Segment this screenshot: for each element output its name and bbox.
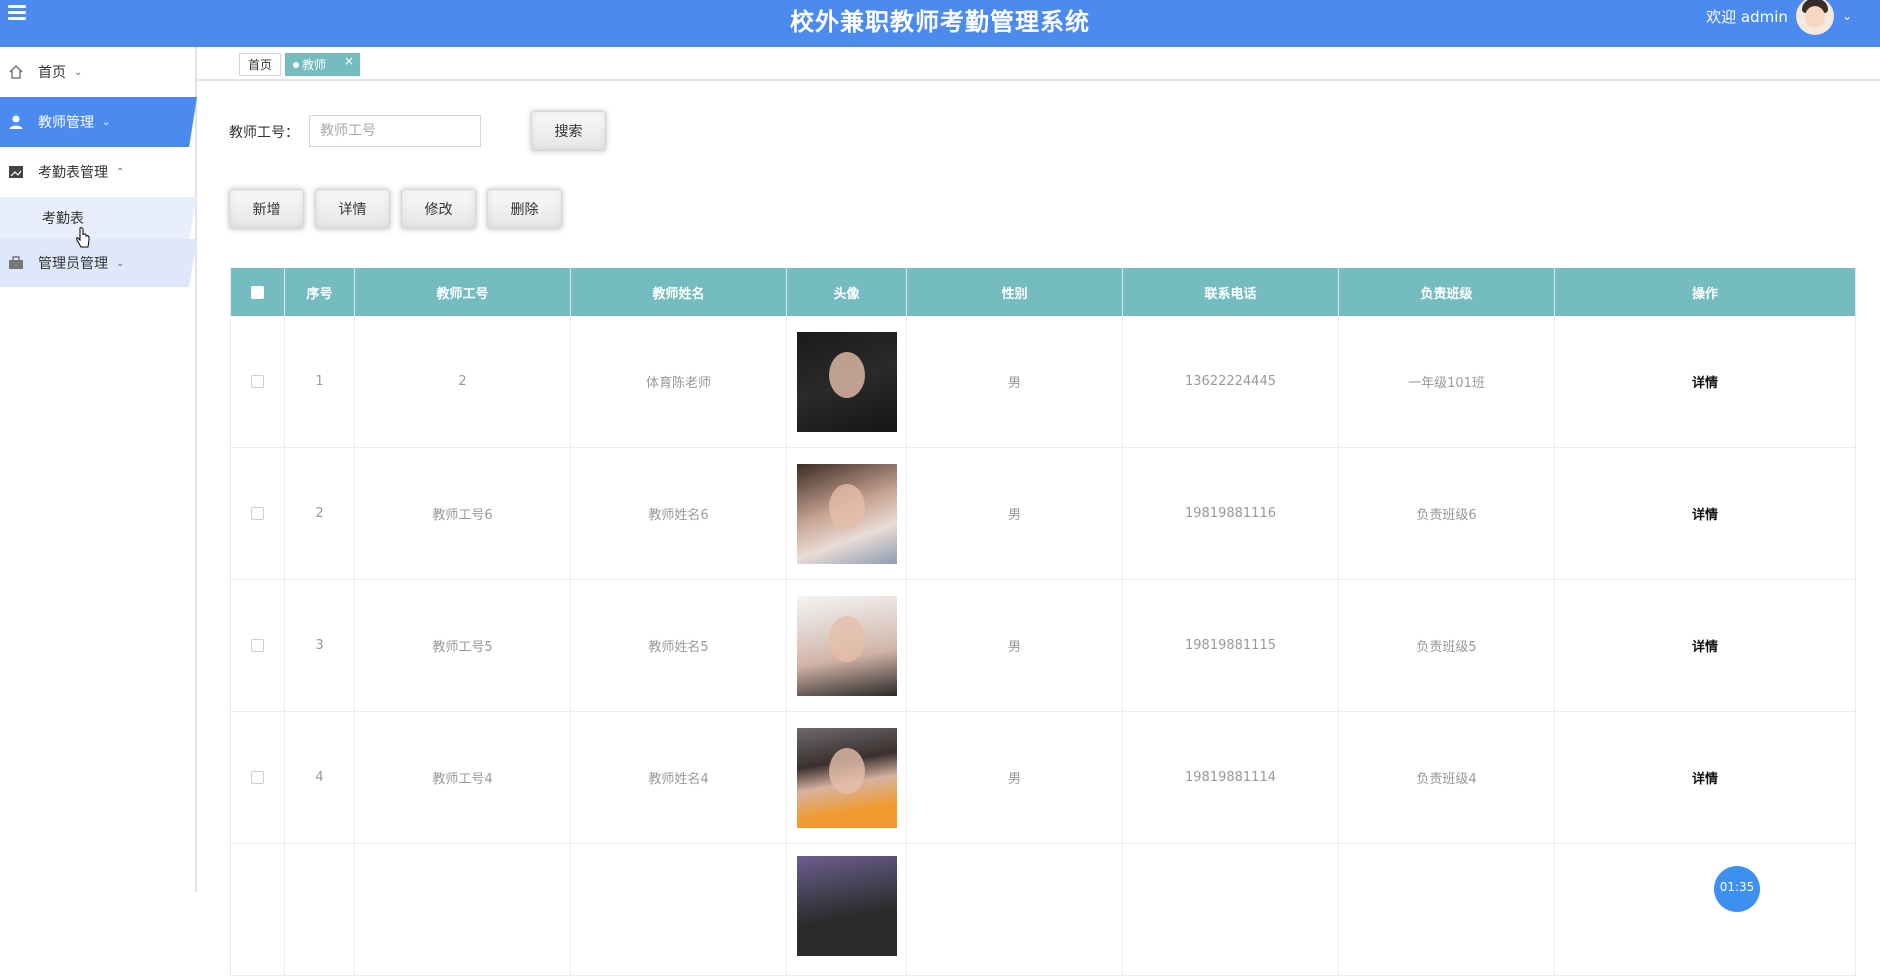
- column-header: 序号: [285, 268, 355, 316]
- tab-teacher[interactable]: 教师 ×: [285, 53, 361, 76]
- sidebar-item-teacher-management[interactable]: 教师管理 ⌄: [0, 97, 197, 147]
- tab-label: 教师: [302, 58, 327, 72]
- cell-teacher-id: 教师工号4: [355, 712, 571, 843]
- column-header: 负责班级: [1339, 268, 1555, 316]
- cell-phone: 19819881114: [1123, 712, 1339, 843]
- hand-cursor-icon: [76, 227, 90, 248]
- row-detail-link[interactable]: 详情: [1692, 768, 1718, 787]
- table-row[interactable]: [230, 844, 1856, 976]
- column-header: 操作: [1555, 268, 1856, 316]
- chevron-down-icon[interactable]: ⌄: [1842, 9, 1852, 23]
- tab-bar: 首页 教师 ×: [197, 47, 1880, 81]
- sidebar: 首页 ⌄ 教师管理 ⌄ 考勤表管理 ⌃ 考勤表 管理员管理 ⌄: [0, 47, 197, 892]
- home-icon: [8, 64, 24, 80]
- sidebar-item-attendance-management[interactable]: 考勤表管理 ⌃: [0, 147, 197, 197]
- image-icon: [8, 164, 24, 180]
- cell-phone: 19819881116: [1123, 448, 1339, 579]
- chevron-up-icon: ⌃: [116, 166, 125, 178]
- cell-gender: 男: [907, 448, 1123, 579]
- cell-teacher-name: 体育陈老师: [571, 316, 787, 447]
- add-button[interactable]: 新增: [229, 189, 304, 229]
- row-checkbox[interactable]: [251, 639, 264, 652]
- briefcase-icon: [8, 255, 24, 271]
- cell-phone: 13622224445: [1123, 316, 1339, 447]
- timer-badge[interactable]: 01:35: [1714, 866, 1760, 912]
- cell-teacher-id: 教师工号5: [355, 580, 571, 711]
- select-all-checkbox[interactable]: [251, 285, 264, 299]
- app-title: 校外兼职教师考勤管理系统: [790, 8, 1090, 36]
- sidebar-item-admin-management[interactable]: 管理员管理 ⌄: [0, 239, 197, 287]
- cell-class: 一年级101班: [1339, 316, 1555, 447]
- sidebar-item-label: 考勤表管理: [38, 165, 108, 181]
- delete-button[interactable]: 删除: [487, 189, 562, 229]
- cell-gender: 男: [907, 712, 1123, 843]
- sidebar-item-label: 教师管理: [38, 115, 94, 131]
- search-label: 教师工号：: [229, 125, 299, 141]
- row-checkbox[interactable]: [251, 375, 264, 388]
- cell-teacher-name: 教师姓名4: [571, 712, 787, 843]
- teacher-photo: [796, 856, 897, 956]
- row-detail-link[interactable]: 详情: [1692, 636, 1718, 655]
- table-row[interactable]: 2 教师工号6 教师姓名6 男 19819881116 负责班级6 详情: [230, 448, 1856, 580]
- cell-class: 负责班级6: [1339, 448, 1555, 579]
- row-checkbox[interactable]: [251, 771, 264, 784]
- welcome-text: 欢迎 admin: [1706, 7, 1788, 26]
- sidebar-item-label: 首页: [38, 65, 66, 81]
- user-menu[interactable]: 欢迎 admin ⌄: [1706, 0, 1852, 35]
- teacher-photo: [796, 727, 897, 828]
- search-button[interactable]: 搜索: [531, 111, 606, 151]
- top-header: 校外兼职教师考勤管理系统 欢迎 admin ⌄: [0, 0, 1880, 47]
- cell-class: 负责班级5: [1339, 580, 1555, 711]
- sidebar-item-label: 管理员管理: [38, 256, 108, 272]
- cell-teacher-id: 2: [355, 316, 571, 447]
- cell-class: 负责班级4: [1339, 712, 1555, 843]
- teacher-table: 序号 教师工号 教师姓名 头像 性别 联系电话 负责班级 操作 1 2 体育陈老…: [230, 268, 1856, 976]
- cell-index: 1: [285, 316, 355, 447]
- column-header: 性别: [907, 268, 1123, 316]
- cell-teacher-id: 教师工号6: [355, 448, 571, 579]
- chevron-down-icon: ⌄: [116, 257, 125, 269]
- table-row[interactable]: 3 教师工号5 教师姓名5 男 19819881115 负责班级5 详情: [230, 580, 1856, 712]
- table-row[interactable]: 1 2 体育陈老师 男 13622224445 一年级101班 详情: [230, 316, 1856, 448]
- column-header: 教师工号: [355, 268, 571, 316]
- chevron-down-icon: ⌄: [74, 66, 83, 78]
- sidebar-item-attendance[interactable]: 考勤表: [0, 197, 197, 239]
- row-detail-link[interactable]: 详情: [1692, 372, 1718, 391]
- cell-gender: 男: [907, 316, 1123, 447]
- tab-label: 首页: [248, 58, 273, 72]
- cell-gender: 男: [907, 580, 1123, 711]
- table-header: 序号 教师工号 教师姓名 头像 性别 联系电话 负责班级 操作: [230, 268, 1856, 316]
- sidebar-item-label: 考勤表: [42, 211, 84, 227]
- teacher-photo: [796, 595, 897, 696]
- teacher-photo: [796, 463, 897, 564]
- avatar[interactable]: [1795, 0, 1834, 35]
- user-icon: [8, 114, 24, 130]
- cell-teacher-name: 教师姓名5: [571, 580, 787, 711]
- active-dot-icon: [293, 61, 299, 68]
- detail-button[interactable]: 详情: [315, 189, 390, 229]
- teacher-id-search-input[interactable]: [309, 115, 481, 147]
- table-row[interactable]: 4 教师工号4 教师姓名4 男 19819881114 负责班级4 详情: [230, 712, 1856, 844]
- row-detail-link[interactable]: 详情: [1692, 504, 1718, 523]
- cell-index: 2: [285, 448, 355, 579]
- row-checkbox[interactable]: [251, 507, 264, 520]
- tab-home[interactable]: 首页: [239, 53, 282, 76]
- column-header: 联系电话: [1123, 268, 1339, 316]
- cell-index: 4: [285, 712, 355, 843]
- column-header: 教师姓名: [571, 268, 787, 316]
- teacher-photo: [796, 331, 897, 432]
- sidebar-item-home[interactable]: 首页 ⌄: [0, 47, 197, 97]
- edit-button[interactable]: 修改: [401, 189, 476, 229]
- cell-phone: 19819881115: [1123, 580, 1339, 711]
- column-header: 头像: [787, 268, 907, 316]
- close-icon[interactable]: ×: [344, 54, 354, 68]
- cell-index: 3: [285, 580, 355, 711]
- chevron-down-icon: ⌄: [102, 116, 111, 128]
- cell-teacher-name: 教师姓名6: [571, 448, 787, 579]
